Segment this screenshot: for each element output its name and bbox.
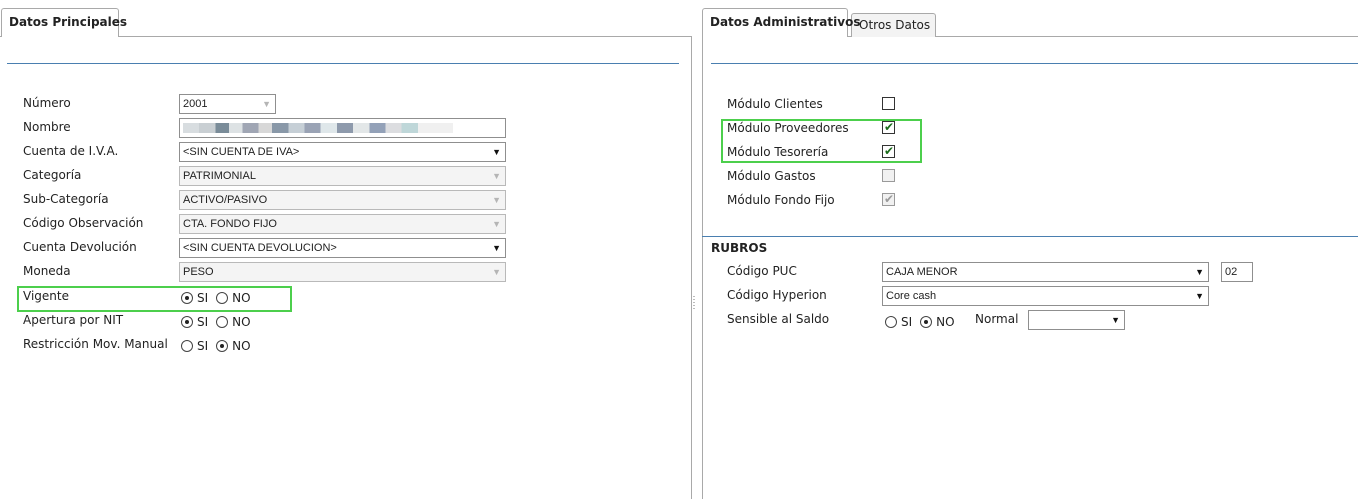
codigo-puc-code: 02	[1225, 266, 1238, 278]
right-divider-top	[711, 63, 1358, 64]
subcategoria-select: ACTIVO/PASIVO ▼	[179, 190, 506, 210]
sensible-saldo-label: Sensible al Saldo	[727, 312, 830, 326]
chevron-down-icon: ▼	[492, 267, 501, 277]
numero-label: Número	[23, 96, 71, 110]
redacted-name	[183, 123, 453, 133]
modulo-clientes-checkbox[interactable]	[882, 97, 895, 110]
cuenta-devolucion-select[interactable]: <SIN CUENTA DEVOLUCION> ▼	[179, 238, 506, 258]
right-divider-rubros	[702, 236, 1358, 237]
cuenta-iva-label: Cuenta de I.V.A.	[23, 144, 119, 158]
restriccion-si-label: SI	[197, 339, 209, 353]
apertura-si-label: SI	[197, 315, 209, 329]
chevron-down-icon: ▼	[492, 219, 501, 229]
tab-datos-principales[interactable]: Datos Principales	[1, 8, 127, 37]
chevron-down-icon: ▼	[1195, 267, 1204, 277]
normal-select[interactable]: ▼	[1028, 310, 1125, 330]
sensible-no-radio[interactable]	[920, 316, 933, 328]
subcategoria-label: Sub-Categoría	[23, 192, 109, 206]
chevron-down-icon: ▼	[492, 195, 501, 205]
restriccion-radio-group: SI NO	[181, 337, 259, 355]
modulo-fondo-fijo-checkbox: ✔	[882, 192, 895, 206]
modulo-gastos-checkbox	[882, 169, 895, 182]
codigo-puc-select[interactable]: CAJA MENOR ▼	[882, 262, 1209, 282]
modulo-fondo-fijo-label: Módulo Fondo Fijo	[727, 193, 835, 207]
sensible-no-label: NO	[936, 315, 955, 329]
checkmark-icon: ✔	[883, 192, 895, 206]
codigo-hyperion-label: Código Hyperion	[727, 288, 827, 302]
restriccion-label: Restricción Mov. Manual	[23, 337, 168, 351]
apertura-nit-label: Apertura por NIT	[23, 313, 124, 327]
codigo-hyperion-value: Core cash	[886, 290, 937, 302]
splitter-handle[interactable]	[693, 296, 695, 310]
moneda-label: Moneda	[23, 264, 71, 278]
sensible-si-radio[interactable]	[885, 316, 897, 328]
sensible-si-label: SI	[901, 315, 913, 329]
moneda-select: PESO ▼	[179, 262, 506, 282]
categoria-select: PATRIMONIAL ▼	[179, 166, 506, 186]
apertura-nit-radio-group: SI NO	[181, 313, 259, 331]
codigo-puc-code-input[interactable]: 02	[1221, 262, 1253, 282]
apertura-no-radio[interactable]	[216, 316, 229, 328]
categoria-label: Categoría	[23, 168, 82, 182]
chevron-down-icon: ▼	[262, 99, 271, 109]
restriccion-no-radio[interactable]	[216, 340, 229, 352]
cuenta-iva-select[interactable]: <SIN CUENTA DE IVA> ▼	[179, 142, 506, 162]
cuenta-devolucion-label: Cuenta Devolución	[23, 240, 137, 254]
numero-value: 2001	[183, 98, 208, 110]
apertura-si-radio[interactable]	[181, 316, 193, 328]
moneda-value: PESO	[183, 266, 214, 278]
codigo-observacion-label: Código Observación	[23, 216, 144, 230]
cuenta-iva-value: <SIN CUENTA DE IVA>	[183, 146, 300, 158]
chevron-down-icon: ▼	[1195, 291, 1204, 301]
sensible-radio-group: SI NO	[885, 313, 963, 331]
left-divider	[7, 63, 679, 64]
tab-otros-datos[interactable]: Otros Datos	[851, 13, 936, 37]
highlight-vigente	[17, 286, 292, 312]
codigo-puc-label: Código PUC	[727, 264, 797, 278]
chevron-down-icon: ▼	[492, 171, 501, 181]
cuenta-devolucion-value: <SIN CUENTA DEVOLUCION>	[183, 242, 337, 254]
codigo-observacion-value: CTA. FONDO FIJO	[183, 218, 277, 230]
restriccion-no-label: NO	[232, 339, 251, 353]
chevron-down-icon: ▼	[492, 147, 501, 157]
categoria-value: PATRIMONIAL	[183, 170, 256, 182]
highlight-modulos	[721, 119, 922, 163]
subcategoria-value: ACTIVO/PASIVO	[183, 194, 268, 206]
normal-label: Normal	[975, 312, 1019, 326]
codigo-hyperion-select[interactable]: Core cash ▼	[882, 286, 1209, 306]
numero-field[interactable]: 2001 ▼	[179, 94, 276, 114]
rubros-title: RUBROS	[711, 241, 768, 255]
nombre-label: Nombre	[23, 120, 71, 134]
modulo-gastos-label: Módulo Gastos	[727, 169, 816, 183]
nombre-field[interactable]	[179, 118, 506, 138]
chevron-down-icon: ▼	[492, 243, 501, 253]
codigo-observacion-select: CTA. FONDO FIJO ▼	[179, 214, 506, 234]
modulo-clientes-label: Módulo Clientes	[727, 97, 823, 111]
tab-datos-administrativos[interactable]: Datos Administrativos	[702, 8, 860, 37]
apertura-no-label: NO	[232, 315, 251, 329]
restriccion-si-radio[interactable]	[181, 340, 193, 352]
codigo-puc-value: CAJA MENOR	[886, 266, 958, 278]
chevron-down-icon: ▼	[1111, 315, 1120, 325]
